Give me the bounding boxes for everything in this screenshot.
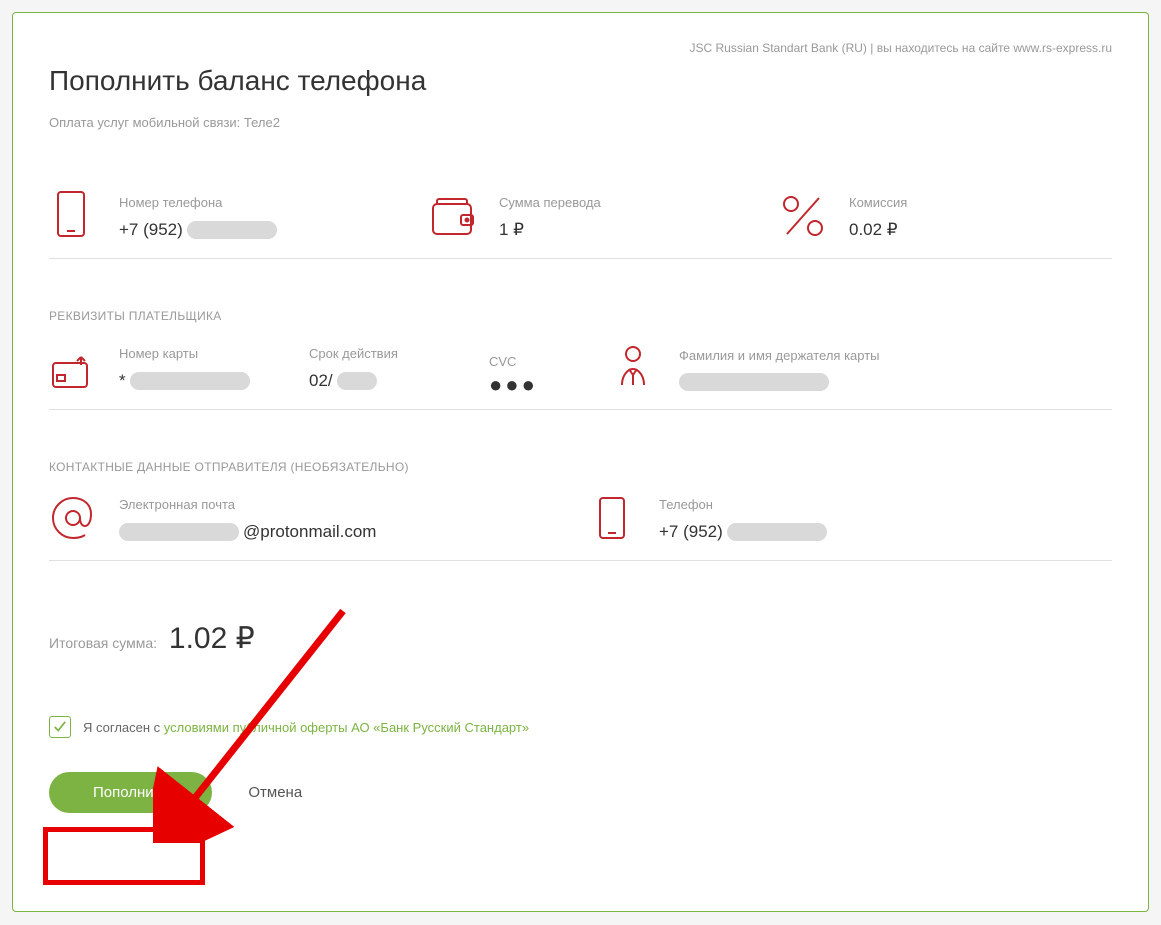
card-icon <box>49 355 97 391</box>
payer-section-title: РЕКВИЗИТЫ ПЛАТЕЛЬЩИКА <box>49 309 1112 323</box>
at-icon <box>49 496 97 542</box>
phone-value[interactable]: +7 (952) <box>119 220 277 240</box>
redacted <box>187 221 277 239</box>
agree-checkbox[interactable] <box>49 716 71 738</box>
offer-link[interactable]: условиями публичной оферты АО «Банк Русс… <box>164 720 529 735</box>
contact-phone-label: Телефон <box>659 497 827 512</box>
percent-icon <box>779 194 827 240</box>
amount-label: Сумма перевода <box>499 195 601 210</box>
expiry-value[interactable]: 02/ <box>309 371 398 391</box>
phone2-icon <box>589 496 637 542</box>
page-title: Пополнить баланс телефона <box>49 65 1112 97</box>
redacted <box>119 523 239 541</box>
fee-value: 0.02 ₽ <box>849 220 907 240</box>
total-line: Итоговая сумма: 1.02 ₽ <box>49 621 1112 656</box>
phone-label: Номер телефона <box>119 195 277 210</box>
payer-row: Номер карты * Срок действия 02/ CVC ●●● <box>49 345 1112 410</box>
redacted <box>679 373 829 391</box>
contact-row: Электронная почта @protonmail.com Телефо… <box>49 496 1112 561</box>
submit-button[interactable]: Пополнить <box>49 772 212 813</box>
phone-icon <box>49 190 97 240</box>
person-icon <box>609 345 657 391</box>
holder-label: Фамилия и имя держателя карты <box>679 348 880 363</box>
redacted <box>727 523 827 541</box>
redacted <box>130 372 250 390</box>
cvc-value[interactable]: ●●● <box>489 379 538 391</box>
card-value[interactable]: * <box>119 371 250 391</box>
amount-value[interactable]: 1 ₽ <box>499 220 601 240</box>
wallet-icon <box>429 198 477 240</box>
actions-row: Пополнить Отмена <box>49 772 1112 813</box>
holder-value[interactable] <box>679 373 880 391</box>
payment-panel: JSC Russian Standart Bank (RU) | вы нахо… <box>12 12 1149 912</box>
agree-row: Я согласен с условиями публичной оферты … <box>49 716 1112 738</box>
redacted <box>337 372 377 390</box>
fee-label: Комиссия <box>849 195 907 210</box>
cvc-label: CVC <box>489 354 538 369</box>
site-note: JSC Russian Standart Bank (RU) | вы нахо… <box>49 41 1112 55</box>
annotation-highlight <box>43 827 205 885</box>
payment-row: Номер телефона +7 (952) Сумма перевода 1… <box>49 190 1112 259</box>
total-amount: 1.02 ₽ <box>169 622 255 655</box>
contact-phone-value[interactable]: +7 (952) <box>659 522 827 542</box>
cancel-button[interactable]: Отмена <box>248 784 302 801</box>
email-label: Электронная почта <box>119 497 376 512</box>
page-subtitle: Оплата услуг мобильной связи: Теле2 <box>49 115 1112 130</box>
contact-section-title: КОНТАКТНЫЕ ДАННЫЕ ОТПРАВИТЕЛЯ (НЕОБЯЗАТЕ… <box>49 460 1112 474</box>
card-label: Номер карты <box>119 346 250 361</box>
expiry-label: Срок действия <box>309 346 398 361</box>
email-value[interactable]: @protonmail.com <box>119 522 376 542</box>
